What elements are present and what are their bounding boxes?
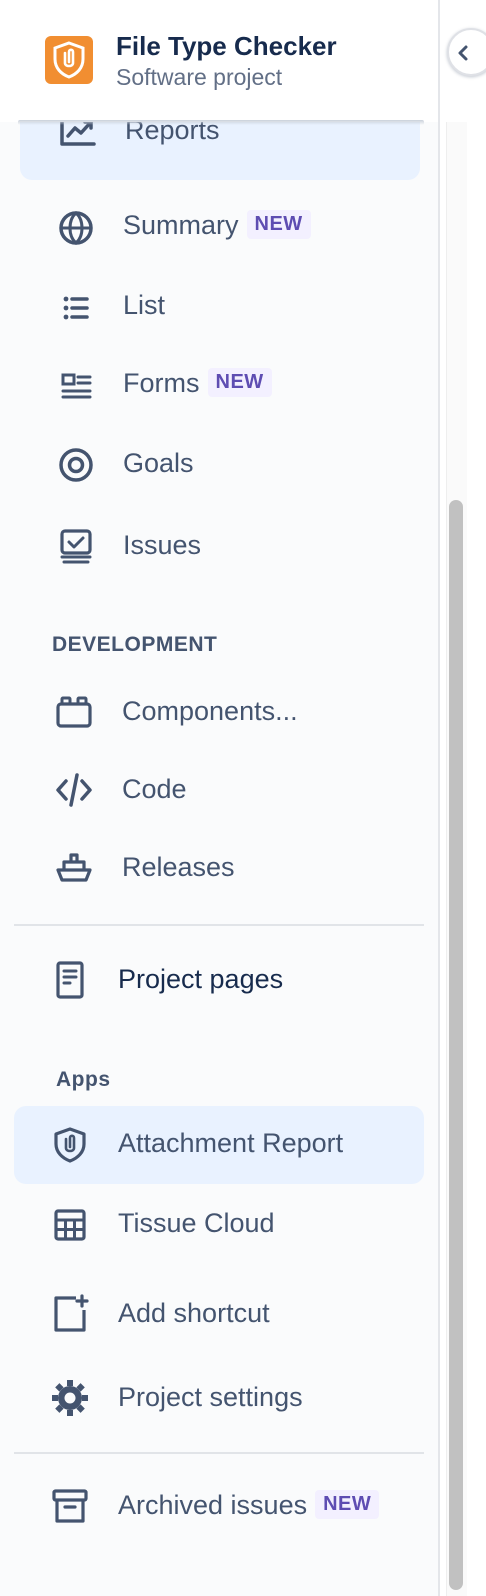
nav-item-archived-issues[interactable]: Archived issues NEW (14, 1466, 424, 1546)
code-icon (54, 770, 94, 810)
globe-icon (56, 208, 96, 248)
project-type: Software project (116, 64, 283, 90)
nav-item-label: List (123, 290, 166, 320)
nav-item-code[interactable]: Code (18, 752, 422, 828)
nav-item-project-settings[interactable]: Project settings (14, 1358, 424, 1438)
add-shortcut-button[interactable]: Add shortcut (14, 1272, 424, 1356)
shield-paperclip-icon (50, 1125, 90, 1165)
target-icon (56, 445, 96, 485)
header-shadow (18, 120, 424, 125)
nav-item-label: Releases (122, 852, 235, 882)
nav-item-tissue-cloud[interactable]: Tissue Cloud (14, 1186, 424, 1264)
nav-item-list[interactable]: List (20, 270, 420, 346)
gear-icon (50, 1378, 90, 1418)
scrollbar-thumb[interactable] (449, 500, 463, 1590)
ship-icon (54, 848, 94, 888)
nav-item-label: Code (122, 774, 187, 804)
table-icon (50, 1205, 90, 1245)
project-avatar (45, 36, 93, 84)
shield-paperclip-icon (53, 41, 85, 79)
component-icon (54, 692, 94, 732)
issues-icon (56, 527, 96, 567)
nav-item-label: Project pages (118, 964, 284, 994)
nav-item-label: Forms (123, 368, 200, 398)
new-badge: NEW (246, 210, 311, 240)
project-sidebar: Reports Summary NEW List Forms NEW Goals… (0, 0, 440, 1596)
page-icon (50, 960, 90, 1000)
nav-item-summary[interactable]: Summary NEW (20, 190, 420, 266)
divider (14, 924, 424, 926)
nav-item-label: Project settings (118, 1382, 303, 1412)
section-title-development: DEVELOPMENT (52, 633, 218, 656)
nav-item-label: Attachment Report (118, 1128, 344, 1158)
nav-item-label: Components... (122, 696, 298, 726)
nav-item-label: Tissue Cloud (118, 1208, 275, 1238)
nav-item-label: Archived issues (118, 1490, 308, 1520)
nav-item-label: Issues (123, 530, 202, 560)
nav-item-goals[interactable]: Goals (20, 426, 420, 504)
nav-item-label: Goals (123, 448, 194, 478)
nav-item-label: Summary (123, 210, 239, 240)
section-title-apps: Apps (56, 1068, 111, 1091)
archive-icon (50, 1486, 90, 1526)
nav-item-project-pages[interactable]: Project pages (14, 940, 424, 1020)
nav-item-issues[interactable]: Issues (20, 508, 420, 586)
project-name: File Type Checker (116, 31, 337, 61)
project-header[interactable]: File Type Checker Software project (0, 0, 438, 122)
nav-item-label: Add shortcut (118, 1298, 270, 1328)
add-shortcut-icon (50, 1294, 90, 1334)
nav-item-forms[interactable]: Forms NEW (20, 348, 420, 424)
nav-item-components[interactable]: Components... (18, 674, 422, 750)
divider (14, 1452, 424, 1454)
new-badge: NEW (315, 1490, 380, 1520)
new-badge: NEW (207, 368, 272, 398)
list-icon (56, 288, 96, 328)
nav-item-attachment-report[interactable]: Attachment Report (14, 1106, 424, 1184)
nav-item-releases[interactable]: Releases (18, 830, 422, 906)
form-icon (56, 366, 96, 406)
